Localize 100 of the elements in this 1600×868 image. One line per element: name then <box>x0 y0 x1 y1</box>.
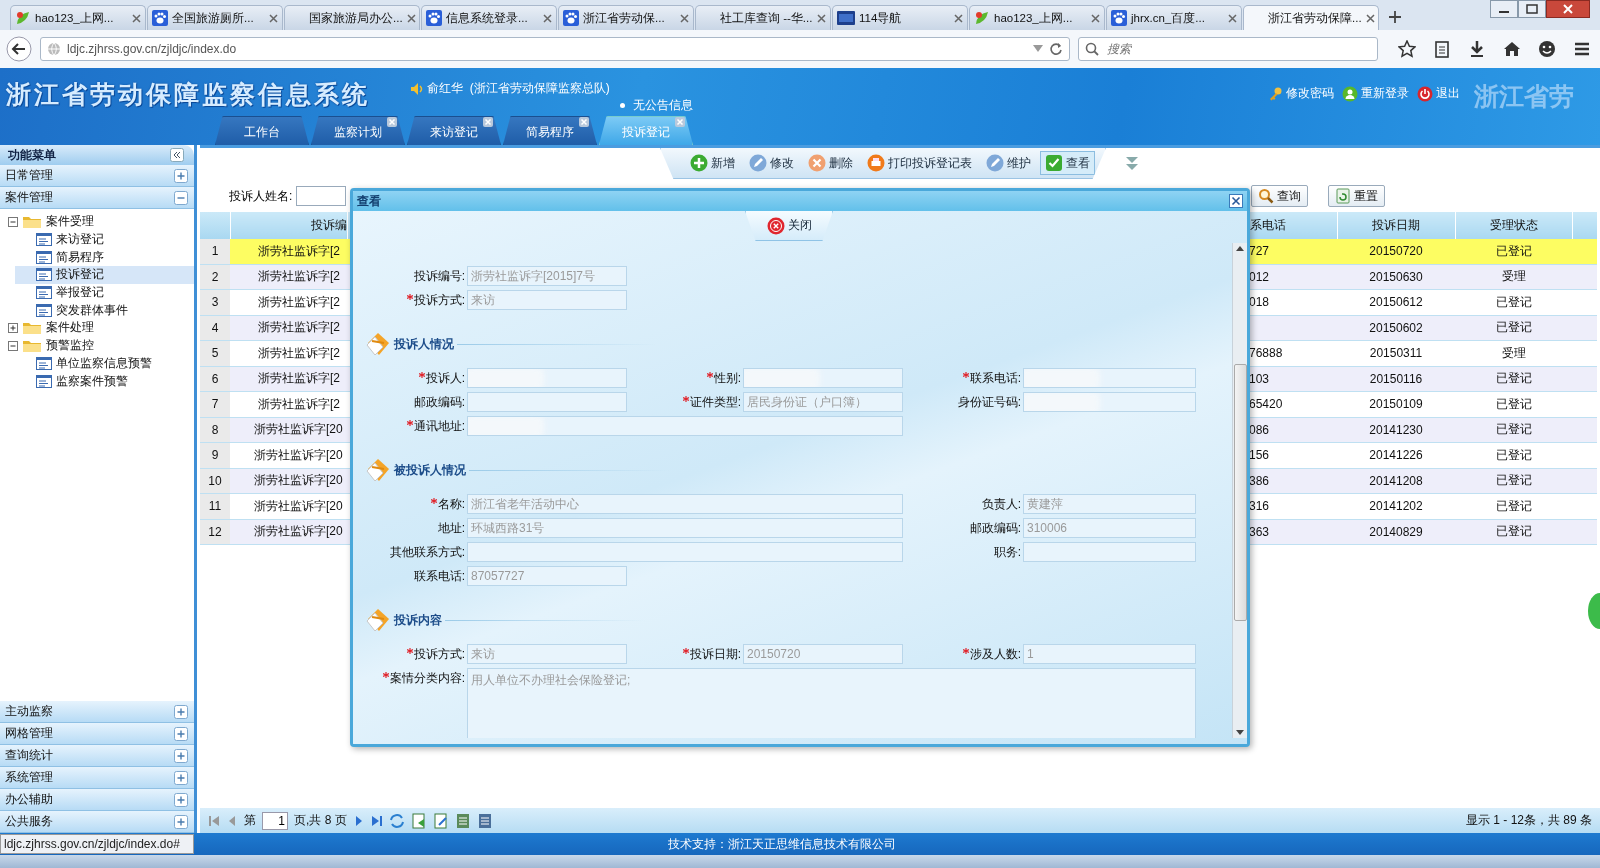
module-tab[interactable]: 监察计划 <box>311 116 405 145</box>
address-field[interactable]: ldjc.zjhrss.gov.cn/zjldjc/index.do <box>40 37 1070 61</box>
collapse-icon[interactable] <box>170 148 184 162</box>
menu-group[interactable]: 主动监察 <box>0 701 194 723</box>
tree-item[interactable]: 简易程序 <box>56 248 104 266</box>
export-icon[interactable] <box>410 812 427 829</box>
chevron-down-icon[interactable] <box>1124 155 1140 173</box>
browser-tab[interactable]: jhrx.cn_百度... <box>1106 5 1242 30</box>
menu-group[interactable]: 办公辅助 <box>0 789 194 811</box>
close-icon[interactable] <box>1091 13 1100 23</box>
browser-tab[interactable]: hao123_上网... <box>10 5 146 30</box>
header-link[interactable]: 修改密码 <box>1267 85 1334 102</box>
header-link[interactable]: 重新登录 <box>1342 85 1409 102</box>
plus-icon[interactable] <box>174 770 188 785</box>
download-icon[interactable] <box>1468 40 1486 58</box>
document-icon[interactable] <box>476 812 493 829</box>
search-button[interactable]: 查询 <box>1251 185 1308 207</box>
close-icon[interactable] <box>954 13 963 23</box>
scroll-thumb[interactable] <box>1233 364 1247 621</box>
browser-tab[interactable]: 浙江省劳动保障... <box>1243 5 1379 30</box>
search-button[interactable]: 重置 <box>1328 185 1385 207</box>
clipboard-icon[interactable] <box>1433 40 1451 58</box>
module-tab[interactable]: 简易程序 <box>503 116 597 145</box>
home-icon[interactable] <box>1503 40 1521 58</box>
minus-icon[interactable] <box>8 340 18 351</box>
first-page-icon[interactable] <box>208 814 220 827</box>
search-input[interactable]: 搜索 <box>1105 41 1349 57</box>
close-icon[interactable] <box>1228 13 1237 23</box>
plus-icon[interactable] <box>174 168 188 183</box>
close-icon[interactable] <box>406 13 416 23</box>
scroll-down-icon[interactable] <box>1236 730 1244 735</box>
name-field[interactable] <box>296 186 347 206</box>
last-page-icon[interactable] <box>370 814 383 827</box>
menu-group[interactable]: 公共服务 <box>0 811 194 833</box>
input-field[interactable] <box>467 542 903 562</box>
toolbar-button[interactable]: 修改 <box>744 151 799 175</box>
input-field[interactable] <box>743 368 903 388</box>
toolbar-button[interactable]: 查看 <box>1040 151 1095 175</box>
menu-group[interactable]: 查询统计 <box>0 745 194 767</box>
module-tab[interactable]: 来访登记 <box>407 116 501 145</box>
menu-group[interactable]: 系统管理 <box>0 767 194 789</box>
minus-icon[interactable] <box>174 190 188 205</box>
toolbar-button[interactable]: 打印投诉登记表 <box>862 151 977 175</box>
browser-tab[interactable]: 浙江省劳动保... <box>558 5 694 30</box>
new-tab-icon[interactable] <box>1388 10 1402 24</box>
tree-item[interactable]: 来访登记 <box>56 231 104 249</box>
input-field[interactable] <box>467 368 627 388</box>
close-icon[interactable] <box>680 13 689 23</box>
toolbar-button[interactable]: 新增 <box>685 151 740 175</box>
close-icon[interactable] <box>543 13 552 23</box>
minus-icon[interactable] <box>8 216 18 227</box>
plus-icon[interactable] <box>174 726 188 741</box>
plus-icon[interactable] <box>174 814 188 829</box>
tree-item[interactable]: 监察案件预警 <box>56 372 128 390</box>
back-icon[interactable] <box>6 36 32 62</box>
close-icon[interactable] <box>1546 0 1590 18</box>
input-field[interactable] <box>1023 368 1196 388</box>
smiley-icon[interactable] <box>1538 40 1556 58</box>
plus-icon[interactable] <box>174 704 188 719</box>
close-icon[interactable] <box>1365 13 1375 23</box>
input-field[interactable] <box>1023 392 1196 412</box>
close-icon[interactable] <box>269 13 278 23</box>
tree-item[interactable]: 预警监控 <box>46 337 94 355</box>
input-field[interactable] <box>467 416 903 436</box>
scroll-up-icon[interactable] <box>1236 246 1244 251</box>
tree-item[interactable]: 突发群体事件 <box>56 301 128 319</box>
plus-icon[interactable] <box>174 748 188 763</box>
menu-group[interactable]: 网格管理 <box>0 723 194 745</box>
menu-group[interactable]: 案件管理 <box>0 187 194 209</box>
browser-tab[interactable]: 社工库查询 --华... <box>695 5 831 30</box>
search-field[interactable]: 搜索 <box>1078 37 1378 61</box>
tree-item[interactable]: 举报登记 <box>56 284 104 302</box>
close-icon[interactable] <box>817 13 826 23</box>
close-icon[interactable] <box>132 13 141 23</box>
close-icon[interactable] <box>1229 194 1243 208</box>
browser-tab[interactable]: 信息系统登录... <box>421 5 557 30</box>
browser-tab[interactable]: 国家旅游局办公... <box>284 5 420 30</box>
dropdown-icon[interactable] <box>1033 45 1043 53</box>
close-button[interactable]: 关闭 <box>745 211 833 241</box>
page-field[interactable]: 1 <box>262 811 288 830</box>
tree-item[interactable]: 单位监察信息预警 <box>56 354 152 372</box>
module-tab[interactable]: 工作台 <box>215 116 309 145</box>
plus-icon[interactable] <box>8 322 18 333</box>
toolbar-button[interactable]: 维护 <box>981 151 1036 175</box>
browser-tab[interactable]: hao123_上网... <box>969 5 1105 30</box>
input-field[interactable] <box>467 392 627 412</box>
star-icon[interactable] <box>1398 40 1416 58</box>
toolbar-button[interactable]: 删除 <box>803 151 858 175</box>
menu-group[interactable]: 日常管理 <box>0 165 194 187</box>
browser-tab[interactable]: 114导航 <box>832 5 968 30</box>
tree-item[interactable]: 案件受理 <box>46 213 94 231</box>
reload-icon[interactable] <box>1049 42 1063 56</box>
browser-tab[interactable]: 全国旅游厕所... <box>147 5 283 30</box>
menu-icon[interactable] <box>1573 40 1591 58</box>
plus-icon[interactable] <box>174 792 188 807</box>
export-icon[interactable] <box>432 812 449 829</box>
minimize-icon[interactable] <box>1490 0 1518 18</box>
document-icon[interactable] <box>454 812 471 829</box>
refresh-icon[interactable] <box>388 812 405 829</box>
input-field[interactable] <box>1023 542 1196 562</box>
